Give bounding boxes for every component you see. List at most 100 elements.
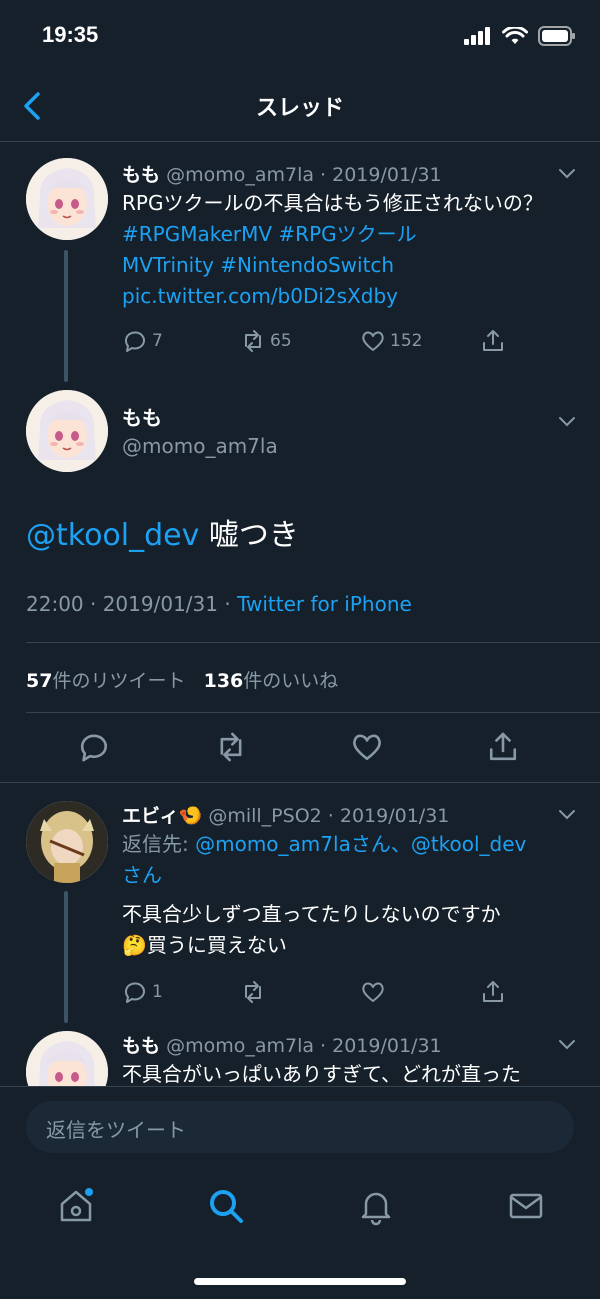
- retweets-stat[interactable]: 57件のリツイート: [26, 670, 185, 692]
- avatar[interactable]: [26, 801, 108, 883]
- tweet-text-plain: 嘘つき: [199, 518, 299, 553]
- avatar-illustration: [26, 390, 108, 472]
- tweet-text: @tkool_dev 嘘つき: [26, 510, 299, 554]
- handle[interactable]: @momo_am7la: [122, 434, 278, 458]
- share-button[interactable]: [480, 979, 506, 1005]
- tweet-header: もも @momo_am7la · 2019/01/31: [122, 1035, 442, 1057]
- tweet-timestamp: 22:00 · 2019/01/31 ·: [26, 592, 238, 616]
- reply-icon[interactable]: [77, 730, 111, 764]
- retweets-count: 57: [26, 670, 53, 692]
- display-name[interactable]: もも: [122, 402, 162, 431]
- handle[interactable]: @momo_am7la: [166, 164, 314, 186]
- like-icon: [362, 982, 384, 1002]
- reply-count: 7: [152, 331, 163, 351]
- home-icon[interactable]: [56, 1186, 96, 1226]
- share-icon[interactable]: [486, 730, 520, 764]
- media-link[interactable]: pic.twitter.com/b0Di2sXdby: [122, 284, 398, 308]
- retweet-count: 65: [270, 331, 292, 351]
- reply-to-suffix[interactable]: さん: [122, 863, 162, 887]
- reply-context: 返信先: @momo_am7laさん、@tkool_dev さん: [122, 829, 562, 891]
- avatar-photo: [26, 801, 108, 883]
- chevron-down-icon[interactable]: [556, 803, 578, 825]
- retweet-button[interactable]: [240, 979, 266, 1005]
- wifi-icon: [502, 27, 528, 44]
- avatar[interactable]: [26, 390, 108, 472]
- retweet-icon: [245, 330, 261, 352]
- home-indicator: [194, 1278, 406, 1285]
- tweet-stats: 57件のリツイート 136件のいいね: [26, 666, 338, 693]
- like-icon[interactable]: [350, 730, 384, 764]
- share-button[interactable]: [480, 328, 506, 354]
- likes-label: 件のいいね: [243, 670, 339, 692]
- retweet-button[interactable]: 65: [240, 328, 292, 354]
- tweet-date: 2019/01/31: [332, 1035, 442, 1057]
- share-icon: [483, 330, 503, 351]
- tweet-header: もも @momo_am7la · 2019/01/31: [122, 164, 442, 186]
- hashtag-link[interactable]: #RPGツクール: [278, 222, 416, 246]
- tweet-text: 不具合がいっぱいありすぎて、どれが直った: [122, 1059, 562, 1086]
- page-title: スレッド: [255, 96, 344, 121]
- reply-input[interactable]: 返信をツイート: [26, 1101, 574, 1153]
- status-icons: [464, 26, 576, 46]
- avatar[interactable]: [26, 1031, 108, 1086]
- like-icon: [362, 331, 384, 351]
- chevron-down-icon[interactable]: [556, 410, 578, 432]
- reply-to-prefix: 返信先:: [122, 832, 196, 856]
- tweet-reply[interactable]: もも @momo_am7la · 2019/01/31 不具合がいっぱいありすぎ…: [0, 1023, 600, 1086]
- display-name[interactable]: もも: [122, 164, 160, 186]
- avatar-illustration: [26, 158, 108, 240]
- notification-dot: [85, 1188, 93, 1196]
- messages-icon[interactable]: [506, 1186, 546, 1226]
- tweet-meta-row: 22:00 · 2019/01/31 · Twitter for iPhone: [26, 592, 412, 616]
- tweet-text-line: 不具合少しずつ直ってたりしないのですか: [122, 902, 501, 926]
- reply-count: 1: [152, 982, 163, 1002]
- retweet-icon[interactable]: [214, 730, 248, 764]
- reply-button[interactable]: 7: [122, 328, 163, 354]
- reply-button[interactable]: 1: [122, 979, 163, 1005]
- handle[interactable]: @momo_am7la: [166, 1035, 314, 1057]
- tweet-text-plain: RPGツクールの不具合はもう修正されないの？: [122, 191, 543, 215]
- hashtag-link[interactable]: #NintendoSwitch: [220, 253, 394, 277]
- signal-icon: [464, 27, 490, 45]
- avatar-illustration: [26, 1031, 108, 1086]
- tweet-actions: 1: [122, 979, 522, 1009]
- hashtag-link[interactable]: #RPGMakerMV: [122, 222, 272, 246]
- search-icon[interactable]: [206, 1186, 246, 1226]
- reply-composer: 返信をツイート: [0, 1086, 600, 1168]
- likes-stat[interactable]: 136件のいいね: [204, 670, 339, 692]
- display-name[interactable]: エビィ🍤: [122, 805, 202, 827]
- like-button[interactable]: [360, 979, 386, 1005]
- avatar[interactable]: [26, 158, 108, 240]
- tweet-parent[interactable]: もも @momo_am7la · 2019/01/31 RPGツクールの不具合は…: [0, 142, 600, 382]
- thread-line: [64, 250, 68, 382]
- reply-icon: [124, 982, 145, 1003]
- thread-scroll[interactable]: もも @momo_am7la · 2019/01/31 RPGツクールの不具合は…: [0, 142, 600, 1086]
- divider: [26, 712, 600, 713]
- tweet-date: 2019/01/31: [332, 164, 442, 186]
- tweet-text: 不具合少しずつ直ってたりしないのですか 🤔買うに買えない: [122, 899, 562, 961]
- handle[interactable]: @mill_PSO2: [208, 805, 321, 827]
- chevron-down-icon[interactable]: [556, 162, 578, 184]
- retweet-icon: [245, 981, 261, 1003]
- notifications-icon[interactable]: [356, 1186, 396, 1226]
- like-button[interactable]: 152: [360, 328, 422, 354]
- battery-icon: [538, 26, 575, 46]
- tweet-header: エビィ🍤 @mill_PSO2 · 2019/01/31: [122, 805, 450, 827]
- hashtag-link[interactable]: MVTrinity: [122, 253, 214, 277]
- mention-link[interactable]: @tkool_dev: [26, 518, 199, 553]
- tweet-actions: 7 65 152: [122, 328, 522, 358]
- source-link[interactable]: Twitter for iPhone: [237, 592, 412, 616]
- reply-icon: [124, 331, 145, 352]
- tweet-text-line: 🤔買うに買えない: [122, 933, 287, 957]
- reply-to-link[interactable]: @momo_am7laさん、@tkool_dev: [195, 832, 526, 856]
- like-count: 152: [390, 331, 423, 351]
- tweet-focus: もも @momo_am7la @tkool_dev 嘘つき: [0, 382, 600, 782]
- chevron-down-icon[interactable]: [556, 1033, 578, 1055]
- tweet-reply[interactable]: エビィ🍤 @mill_PSO2 · 2019/01/31 返信先: @momo_…: [0, 783, 600, 1023]
- tweet-date: 2019/01/31: [339, 805, 450, 827]
- focus-actions: [0, 730, 600, 770]
- display-name[interactable]: もも: [122, 1035, 160, 1057]
- tweet-text: RPGツクールの不具合はもう修正されないの？ #RPGMakerMV #RPGツ…: [122, 188, 562, 312]
- likes-count: 136: [203, 670, 244, 692]
- thread-line: [64, 891, 68, 1023]
